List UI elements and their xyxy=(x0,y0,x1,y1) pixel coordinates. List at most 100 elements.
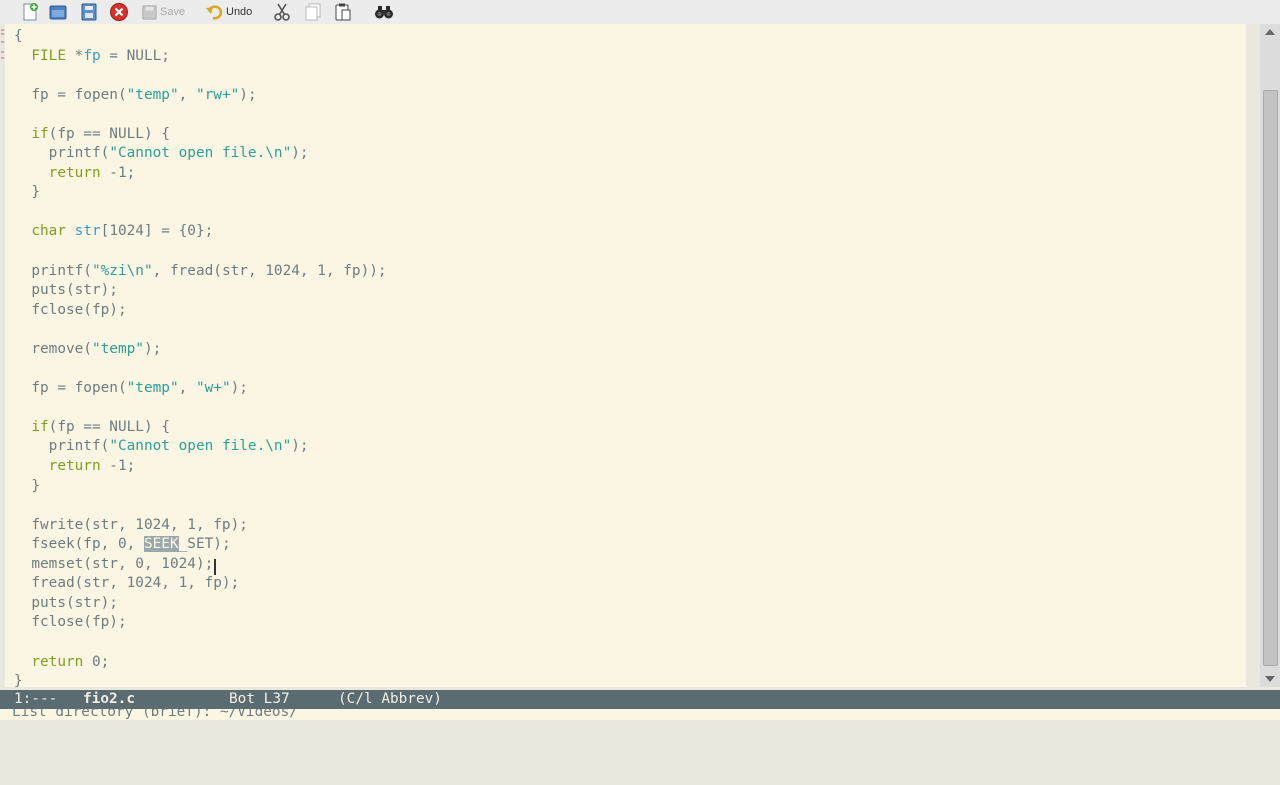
code-token: FILE xyxy=(31,47,66,64)
code-line[interactable]: if(fp == NULL) { xyxy=(14,125,387,145)
code-token: 0; xyxy=(83,653,110,670)
scrollbar-thumb[interactable] xyxy=(1263,90,1278,666)
code-line[interactable]: { xyxy=(14,27,387,47)
code-token: fp xyxy=(83,47,101,64)
code-line[interactable] xyxy=(14,242,387,262)
code-token: ); xyxy=(291,145,309,162)
close-buffer-button[interactable] xyxy=(109,2,129,22)
code-line[interactable] xyxy=(14,203,387,223)
scroll-up-arrow-icon[interactable] xyxy=(1263,26,1277,38)
code-line[interactable]: fseek(fp, 0, SEEK_SET); xyxy=(14,535,387,555)
search-binoculars-icon xyxy=(375,6,393,19)
code-line[interactable] xyxy=(14,496,387,516)
minibuffer[interactable]: List directory (brief): ~/Videos/ xyxy=(0,709,1280,720)
code-token: [1024] = {0}; xyxy=(100,223,214,240)
search-button[interactable] xyxy=(374,2,394,22)
cut-button[interactable] xyxy=(272,2,292,22)
code-token: "Cannot open file.\n" xyxy=(109,438,292,455)
code-line[interactable]: fread(str, 1024, 1, fp); xyxy=(14,574,387,594)
save-file-icon xyxy=(81,3,97,21)
code-token: return xyxy=(48,458,101,475)
buffer-position: Bot L37 xyxy=(229,691,290,707)
mode-line: 1:--- fio2.c Bot L37 (C/l Abbrev) xyxy=(0,690,1280,709)
code-line[interactable]: fclose(fp); xyxy=(14,613,387,633)
code-line[interactable]: return -1; xyxy=(14,457,387,477)
code-token: { xyxy=(14,28,23,44)
scroll-down-arrow-icon[interactable] xyxy=(1263,673,1277,685)
code-line[interactable] xyxy=(14,320,387,340)
code-line[interactable]: memset(str, 0, 1024); xyxy=(14,555,387,575)
code-token: ); xyxy=(230,379,248,396)
code-line[interactable]: fp = fopen("temp", "w+"); xyxy=(14,379,387,399)
code-line[interactable] xyxy=(14,66,387,86)
save-file-button[interactable] xyxy=(79,2,99,22)
code-token: } xyxy=(14,184,40,201)
code-token: ); xyxy=(291,438,309,455)
code-line[interactable]: } xyxy=(14,183,387,203)
copy-button[interactable] xyxy=(303,2,323,22)
code-token: = NULL; xyxy=(100,47,170,64)
undo-button[interactable]: Undo xyxy=(205,2,252,22)
code-token: fp = fopen( xyxy=(14,379,127,396)
right-fringe xyxy=(1246,24,1260,687)
undo-icon xyxy=(206,5,223,20)
code-line[interactable]: puts(str); xyxy=(14,281,387,301)
code-line[interactable] xyxy=(14,398,387,418)
code-line[interactable]: } xyxy=(14,477,387,497)
code-line[interactable]: fwrite(str, 1024, 1, fp); xyxy=(14,516,387,536)
code-line[interactable]: printf("%zi\n", fread(str, 1024, 1, fp))… xyxy=(14,262,387,282)
buffer-status: 1:--- xyxy=(14,691,58,707)
open-folder-icon xyxy=(49,5,67,20)
vertical-scrollbar[interactable] xyxy=(1260,24,1280,687)
paste-button[interactable] xyxy=(333,2,353,22)
code-line[interactable]: remove("temp"); xyxy=(14,340,387,360)
code-token: , fread(str, 1024, 1, fp)); xyxy=(152,262,387,279)
code-buffer[interactable]: { FILE *fp = NULL; fp = fopen("temp", "r… xyxy=(14,27,387,687)
code-line[interactable]: } xyxy=(14,672,387,687)
open-file-button[interactable] xyxy=(48,2,68,22)
code-token: } xyxy=(14,477,40,494)
code-line[interactable]: FILE *fp = NULL; xyxy=(14,47,387,67)
code-line[interactable]: puts(str); xyxy=(14,594,387,614)
code-token: fseek(fp, 0, xyxy=(14,536,144,553)
code-token: ); xyxy=(143,340,162,357)
code-token: -1; xyxy=(100,164,136,181)
code-token: fclose(fp); xyxy=(14,301,127,318)
new-file-button[interactable] xyxy=(20,2,40,22)
code-line[interactable]: printf("Cannot open file.\n"); xyxy=(14,144,387,164)
code-token: (fp == NULL) { xyxy=(48,418,170,435)
code-token: "rw+" xyxy=(195,86,240,103)
code-token: "temp" xyxy=(126,86,179,103)
code-token: fread(str, 1024, 1, fp); xyxy=(14,575,240,592)
code-token: memset(str, 0, 1024); xyxy=(14,555,214,572)
code-token: -1; xyxy=(100,458,136,475)
editor-pane[interactable]: { FILE *fp = NULL; fp = fopen("temp", "r… xyxy=(5,24,1246,687)
buffer-name[interactable]: fio2.c xyxy=(83,690,135,709)
code-token: "temp" xyxy=(91,340,144,357)
code-line[interactable]: fclose(fp); xyxy=(14,301,387,321)
code-token: "w+" xyxy=(195,379,231,396)
code-line[interactable]: char str[1024] = {0}; xyxy=(14,222,387,242)
code-line[interactable]: if(fp == NULL) { xyxy=(14,418,387,438)
code-line[interactable]: return -1; xyxy=(14,164,387,184)
code-line[interactable]: return 0; xyxy=(14,653,387,673)
code-line[interactable] xyxy=(14,105,387,125)
code-token: printf( xyxy=(14,145,110,162)
save-button[interactable]: Save xyxy=(140,2,185,22)
code-token: if xyxy=(31,418,49,435)
code-line[interactable]: printf("Cannot open file.\n"); xyxy=(14,437,387,457)
major-mode[interactable]: (C/l Abbrev) xyxy=(338,690,442,709)
code-token: fclose(fp); xyxy=(14,614,127,631)
code-token: "Cannot open file.\n" xyxy=(109,145,292,162)
code-token: fp = fopen( xyxy=(14,86,127,103)
code-line[interactable]: fp = fopen("temp", "rw+"); xyxy=(14,86,387,106)
code-line[interactable] xyxy=(14,359,387,379)
save-icon xyxy=(142,4,157,20)
save-button-label: Save xyxy=(160,6,186,18)
code-token: fwrite(str, 1024, 1, fp); xyxy=(14,516,248,533)
code-line[interactable] xyxy=(14,633,387,653)
